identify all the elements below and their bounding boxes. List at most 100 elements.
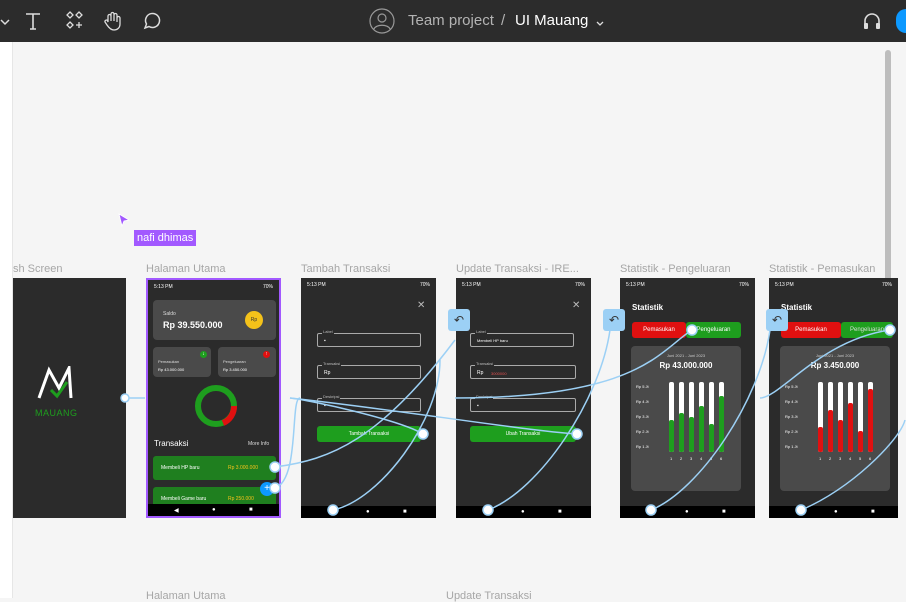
transaction-item[interactable]: Membeli HP baru Rp 3.000.000 <box>153 456 276 480</box>
label-input[interactable]: Label ▪ <box>317 329 421 347</box>
nav-back-icon[interactable]: ◀ <box>650 509 656 516</box>
frame-label-home[interactable]: Halaman Utama <box>146 263 225 275</box>
status-battery: 70% <box>881 282 892 288</box>
bar-fill <box>858 431 863 452</box>
team-name[interactable]: Team project <box>408 12 494 29</box>
hand-tool-icon[interactable] <box>102 10 124 32</box>
frame-update[interactable]: 5:13 PM 70% ✕ Label Membeli HP baru Transa… <box>456 278 591 518</box>
tab-pengeluaran[interactable]: Pengeluaran <box>841 322 893 338</box>
frame-stat-in[interactable]: 5:13 PM 70% Statistik Pemasukan Pengeluar… <box>769 278 898 518</box>
nav-home-icon[interactable]: ● <box>212 507 218 513</box>
transaction-amount: Rp 250.000 <box>228 496 254 502</box>
tambah-transaksi-button[interactable]: Tambah Transaksi <box>317 426 421 442</box>
back-action-icon[interactable]: ↶ <box>766 309 788 331</box>
bar-fill <box>669 420 674 452</box>
status-bar: 5:13 PM 70% <box>301 278 436 292</box>
nav-home-icon[interactable]: ● <box>521 509 527 515</box>
stat-card: Juni 2021 - Juni 2023 Rp 3.450.000 Rp 5 … <box>780 346 890 491</box>
status-time: 5:13 PM <box>626 282 645 288</box>
saldo-value: Rp 39.550.000 <box>163 320 223 330</box>
input-value: Membeli HP baru <box>477 338 508 343</box>
chevron-down-icon[interactable] <box>0 14 10 36</box>
bar-fill <box>868 389 873 452</box>
frame-stat-out[interactable]: 5:13 PM 70% Statistik Pemasukan Pengeluar… <box>620 278 755 518</box>
back-action-icon[interactable]: ↶ <box>448 309 470 331</box>
frame-label-home-2[interactable]: Halaman Utama <box>146 590 225 602</box>
headphones-icon[interactable] <box>861 10 883 32</box>
x-axis-label: 2 <box>829 456 832 461</box>
file-menu-chevron-icon[interactable] <box>595 16 605 26</box>
nav-home-icon[interactable]: ● <box>685 509 691 515</box>
x-axis-label: 3 <box>690 456 693 461</box>
input-label: Deskripsi <box>475 394 494 399</box>
close-icon[interactable]: ✕ <box>417 300 425 311</box>
frame-home[interactable]: 5:13 PM 70% Saldo Rp 39.550.000 Rp Pemasu… <box>146 278 281 518</box>
bar-fill <box>828 410 833 452</box>
frame-label-stat-out[interactable]: Statistik - Pengeluaran <box>620 263 731 275</box>
bar-fill <box>689 417 694 452</box>
saldo-label: Saldo <box>163 311 176 317</box>
deskripsi-input[interactable]: Deskripsi ▪ <box>317 394 421 412</box>
frame-label-tambah[interactable]: Tambah Transaksi <box>301 263 390 275</box>
nav-bar: ◀ ● ■ <box>148 504 279 516</box>
transaksi-input[interactable]: Transaksi Rp <box>317 361 421 379</box>
nav-recent-icon[interactable]: ■ <box>558 509 564 515</box>
x-axis-label: 4 <box>849 456 852 461</box>
file-name[interactable]: UI Mauang <box>515 12 588 29</box>
nav-back-icon[interactable]: ◀ <box>331 509 337 516</box>
nav-recent-icon[interactable]: ■ <box>403 509 409 515</box>
x-axis-label: 3 <box>839 456 842 461</box>
more-info-link[interactable]: More Info <box>248 441 269 447</box>
frame-label-update-2[interactable]: Update Transaksi <box>446 590 532 602</box>
transaksi-title: Transaksi <box>154 439 189 448</box>
tab-pemasukan[interactable]: Pemasukan <box>632 322 686 338</box>
y-axis-label: Rp 3 Jt <box>785 414 798 419</box>
nav-recent-icon[interactable]: ■ <box>249 507 255 513</box>
coin-icon: Rp <box>245 311 263 329</box>
ubah-transaksi-button[interactable]: Ubah Transaksi <box>470 426 576 442</box>
nav-bar: ◀ ● ■ <box>769 506 898 518</box>
transaction-amount: Rp 3.000.000 <box>228 465 259 471</box>
add-fab-button[interactable]: + <box>260 482 274 496</box>
toolbar: Team project / UI Mauang <box>0 0 906 42</box>
vertical-scrollbar[interactable] <box>885 50 891 306</box>
input-label: Deskripsi <box>322 394 341 399</box>
transaksi-input[interactable]: Transaksi Rp 3000000 <box>470 361 576 379</box>
collaborator-avatar[interactable] <box>896 9 906 33</box>
components-icon[interactable] <box>63 10 85 32</box>
mauang-logo-icon <box>37 362 79 405</box>
nav-back-icon[interactable]: ◀ <box>486 509 492 516</box>
frame-label-update[interactable]: Update Transaksi - IRE... <box>456 263 579 275</box>
frame-splash[interactable]: MAUANG <box>13 278 126 518</box>
label-input[interactable]: Label Membeli HP baru <box>470 329 574 347</box>
pengeluaran-card: Pengeluaran Rp 3.450.000 ↑ <box>218 347 276 377</box>
y-axis-label: Rp 4 Jt <box>785 399 798 404</box>
nav-back-icon[interactable]: ◀ <box>174 507 180 514</box>
bar-fill <box>709 424 714 452</box>
tab-pemasukan[interactable]: Pemasukan <box>781 322 841 338</box>
stat-total: Rp 43.000.000 <box>659 361 713 370</box>
arrow-down-icon: ↓ <box>200 351 207 358</box>
back-action-icon[interactable]: ↶ <box>603 309 625 331</box>
tab-pengeluaran[interactable]: Pengeluaran <box>686 322 741 338</box>
bar-fill <box>699 406 704 452</box>
nav-recent-icon[interactable]: ■ <box>722 509 728 515</box>
frame-label-stat-in[interactable]: Statistik - Pemasukan <box>769 263 875 275</box>
status-battery: 70% <box>419 282 430 288</box>
nav-recent-icon[interactable]: ■ <box>871 509 877 515</box>
bar-fill <box>719 396 724 452</box>
user-avatar-icon[interactable] <box>369 8 395 34</box>
frame-label-splash[interactable]: sh Screen <box>13 263 63 275</box>
doc-icon: ▪ <box>324 403 326 409</box>
deskripsi-input[interactable]: Deskripsi ▪ <box>470 394 576 412</box>
nav-home-icon[interactable]: ● <box>366 509 372 515</box>
text-tool-icon[interactable] <box>22 10 44 32</box>
frame-tambah[interactable]: 5:13 PM 70% ✕ Label ▪ Transaksi Rp Deskrips… <box>301 278 436 518</box>
nav-home-icon[interactable]: ● <box>834 509 840 515</box>
close-icon[interactable]: ✕ <box>572 300 580 311</box>
status-battery: 70% <box>738 282 749 288</box>
pemasukan-card: Pemasukan Rp 43.000.000 ↓ <box>153 347 211 377</box>
comment-icon[interactable] <box>141 10 163 32</box>
nav-back-icon[interactable]: ◀ <box>799 509 805 516</box>
transaction-name: Membeli Game baru <box>161 496 207 502</box>
